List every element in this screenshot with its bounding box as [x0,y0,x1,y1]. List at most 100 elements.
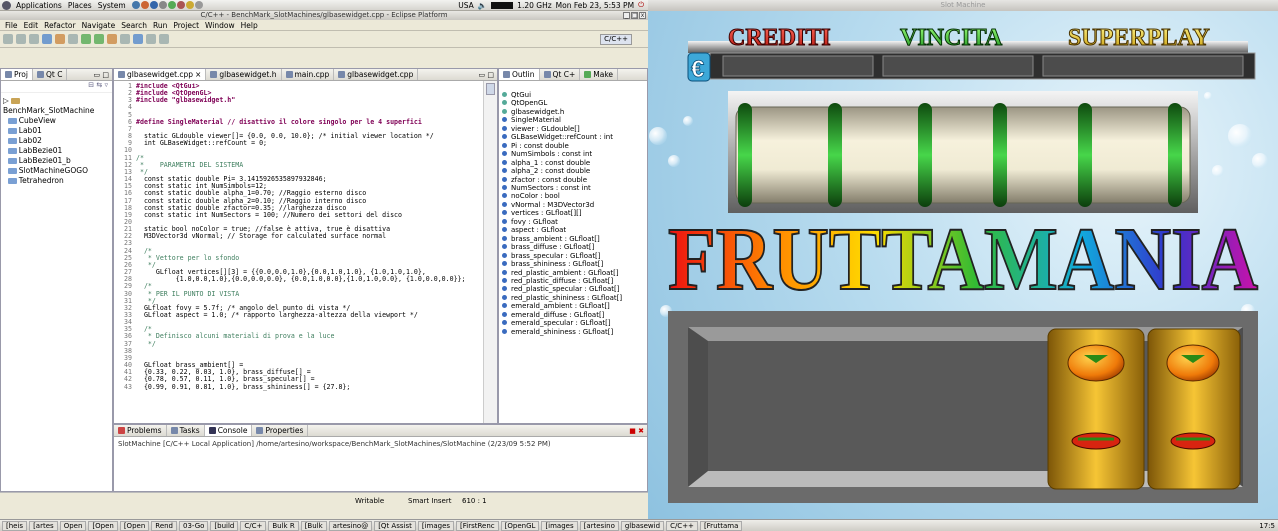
upper-reel[interactable] [735,106,1191,204]
new-class-icon[interactable] [55,34,65,44]
taskbar-item[interactable]: [artes [29,520,58,531]
outline-item[interactable]: QtGui [502,91,644,99]
outline-item[interactable]: red_plastic_ambient : GLfloat[] [502,269,644,277]
firefox-icon[interactable] [140,1,149,9]
outline-item[interactable]: NumSimbols : const int [502,150,644,158]
close-icon[interactable]: × [195,69,201,80]
outline-item[interactable]: viewer : GLdouble[] [502,125,644,133]
menu-run[interactable]: Run [150,20,170,30]
menu-edit[interactable]: Edit [21,20,42,30]
menu-help[interactable]: Help [238,20,261,30]
tab-glbasewidget-cpp[interactable]: glbasewidget.cpp × [114,69,207,80]
code-line[interactable]: 6 #define SingleMaterial // disattivo il … [114,118,484,126]
tab-glbasewidget-h[interactable]: glbasewidget.h [206,69,282,80]
code-text[interactable]: 1 #include <QtGui> 2 #include <QtOpenGL> 3 #i… [114,83,484,413]
tab-properties[interactable]: Properties [252,425,309,436]
outline-item[interactable]: red_plastic_shininess : GLfloat[] [502,294,644,302]
list-item[interactable]: SlotMachineGOGO [3,166,110,176]
back-icon[interactable] [146,34,156,44]
taskbar-item[interactable]: [build [210,520,239,531]
volume-icon[interactable]: 🔈 [478,1,487,10]
code-line[interactable]: 19 const static int NumSectors = 100; //… [114,211,484,219]
taskbar-item[interactable]: [heis [2,520,28,531]
outline-item[interactable]: GLBaseWidget::refCount : int [502,133,644,141]
outline-item[interactable]: QtOpenGL [502,99,644,107]
gnome-foot-icon[interactable] [2,0,11,10]
thunderbird-icon[interactable] [149,1,158,9]
outline-item[interactable]: brass_specular : GLfloat[] [502,252,644,260]
slot-titlebar[interactable]: Slot Machine [648,0,1278,11]
outline-item[interactable]: SingleMaterial [502,116,644,124]
code-line[interactable]: 9 int GLBaseWidget::refCount = 0; [114,140,484,147]
tab-main-cpp[interactable]: main.cpp [282,69,335,80]
taskbar-item[interactable]: [FirstRenc [456,520,499,531]
tab-project-explorer[interactable]: Proj [1,69,33,80]
tab-outline[interactable]: Outlin [499,69,540,80]
tab-qt-c[interactable]: Qt C [33,69,68,80]
list-item[interactable]: LabBezie01 [3,146,110,156]
view-minmax-icon[interactable]: ▭ □ [94,71,112,79]
system-menu[interactable]: System [95,1,129,10]
outline-item[interactable]: noColor : bool [502,192,644,200]
system-monitor[interactable] [491,1,514,9]
outline-item[interactable]: emerald_specular : GLfloat[] [502,319,644,327]
tab-make[interactable]: Make [580,69,619,80]
code-line[interactable]: 28 {1.0,0.0,1.0},{0.0,0.0,0.0}, {0.0,1.0… [114,276,484,283]
code-line[interactable]: 34 [114,319,484,326]
terminal-icon[interactable] [167,1,176,9]
outline-item[interactable]: red_plastic_specular : GLfloat[] [502,285,644,293]
taskbar-item[interactable]: [images [541,520,578,531]
outline-item[interactable]: vNormal : M3DVector3d [502,201,644,209]
code-line[interactable]: 3 #include "glbasewidget.h" [114,97,484,104]
view-menu-icon[interactable]: ▿ [104,81,108,89]
menu-search[interactable]: Search [118,20,150,30]
slot-canvas[interactable]: CREDITI VINCITA SUPERPLAY € FRUTTAMANIA [648,11,1278,519]
taskbar-item[interactable]: 03-Go [179,520,209,531]
app-icon[interactable] [176,1,185,9]
outline-item[interactable]: emerald_ambient : GLfloat[] [502,302,644,310]
code-line[interactable]: 25 * Vettore per lo sfondo [114,254,484,262]
app2-icon[interactable] [185,1,194,9]
outline-item[interactable]: vertices : GLfloat[][] [502,209,644,217]
link-editor-icon[interactable]: ⇆ [96,81,102,89]
close-button[interactable]: x [639,12,646,19]
places-menu[interactable]: Places [65,1,95,10]
clock[interactable]: Mon Feb 23, 5:53 PM [556,1,634,10]
taskbar-item[interactable]: C/C++ [666,520,698,531]
cpu-frequency[interactable]: 1.20 GHz [517,1,551,10]
code-line[interactable]: 30 * PER IL PUNTO DI VISTA [114,290,484,298]
list-item[interactable]: ▷ BenchMark_SlotMachine [3,96,110,116]
new-icon[interactable] [3,34,13,44]
browser-icon[interactable] [131,1,140,9]
code-line[interactable]: 4 [114,104,484,111]
list-item[interactable]: Lab02 [3,136,110,146]
search-icon[interactable] [68,34,78,44]
eclipse-titlebar[interactable]: C/C++ - BenchMark_SlotMachines/glbasewid… [0,11,648,20]
menu-refactor[interactable]: Refactor [41,20,78,30]
list-item[interactable]: CubeView [3,116,110,126]
code-line[interactable]: 33 GLfloat aspect = 1.0; /* rapporto lar… [114,311,484,319]
applications-menu[interactable]: Applications [13,1,65,10]
menu-project[interactable]: Project [170,20,202,30]
forward-icon[interactable] [159,34,169,44]
menu-file[interactable]: File [2,20,21,30]
taskbar-item[interactable]: Open [59,520,87,531]
taskbar-item[interactable]: C/C+ [240,520,267,531]
taskbar-item[interactable]: [OpenGL [500,520,540,531]
code-line[interactable]: 23 [114,240,484,247]
taskbar-item[interactable]: Bulk R [268,520,299,531]
tab-tasks[interactable]: Tasks [167,425,205,436]
code-line[interactable]: 36 * Definisco alcuni materiali di prova… [114,333,484,340]
taskbar-clock[interactable]: 17:5 [1259,522,1278,530]
taskbar-item[interactable]: [Open [88,520,118,531]
outline-item[interactable]: brass_shininess : GLfloat[] [502,260,644,268]
outline-item[interactable]: red_plastic_diffuse : GLfloat[] [502,277,644,285]
outline-item[interactable]: NumSectors : const int [502,184,644,192]
external-tools-icon[interactable] [107,34,117,44]
list-item[interactable]: LabBezie01_b [3,156,110,166]
list-item[interactable]: Tetrahedron [3,176,110,186]
outline-item[interactable]: zfactor : const double [502,176,644,184]
taskbar-item[interactable]: glbasewid [620,520,665,531]
minimize-button[interactable]: _ [623,12,630,19]
menu-window[interactable]: Window [202,20,238,30]
